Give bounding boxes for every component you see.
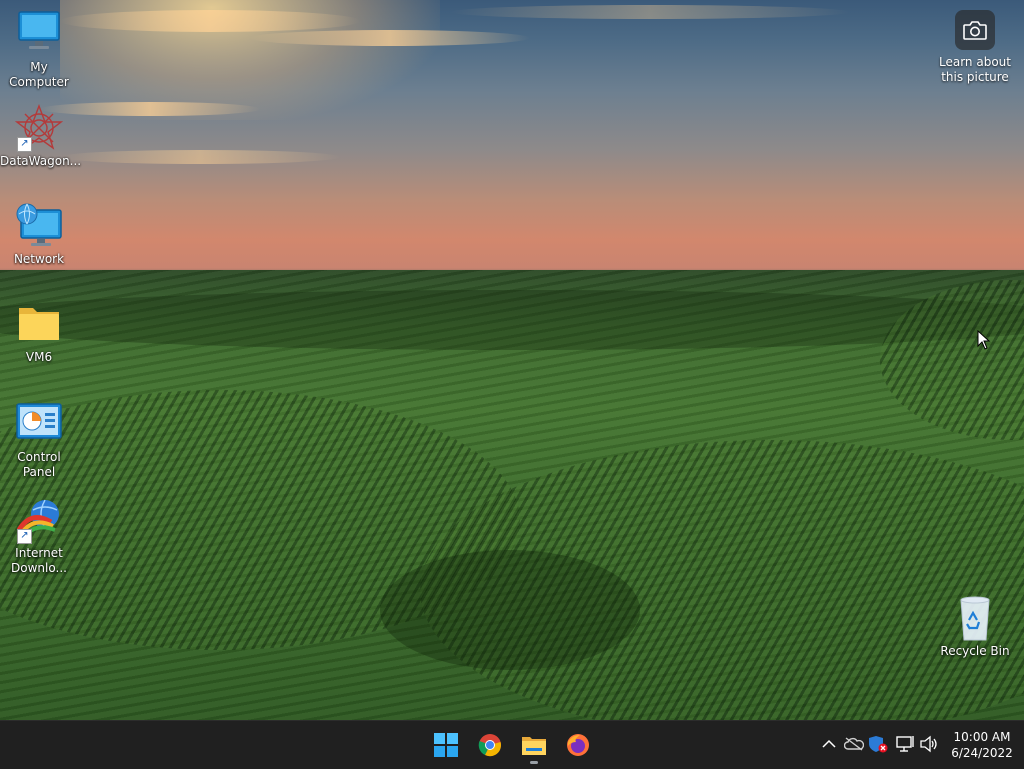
icon-label: Control Panel xyxy=(17,450,61,479)
clock-time: 10:00 AM xyxy=(953,730,1011,744)
recycle-bin-icon xyxy=(951,594,999,642)
datawagon-icon: ↗ xyxy=(14,104,64,152)
icon-label: Recycle Bin xyxy=(940,644,1010,658)
tray-network[interactable] xyxy=(894,733,916,755)
learn-line2: this picture xyxy=(941,70,1009,84)
control-panel-icon xyxy=(15,400,63,448)
tray-onedrive[interactable] xyxy=(843,733,865,755)
desktop-icon-datawagon[interactable]: ↗ DataWagon... xyxy=(0,104,82,169)
hill-shade xyxy=(0,290,1024,350)
desktop-icon-recycle-bin[interactable]: Recycle Bin xyxy=(936,594,1014,659)
windows-start-icon xyxy=(434,733,458,757)
desktop-icon-my-computer[interactable]: My Computer xyxy=(0,10,78,90)
icon-label: VM6 xyxy=(25,350,53,364)
cloud xyxy=(60,10,360,32)
internet-download-manager-icon: ↗ xyxy=(15,496,63,544)
hill-shade xyxy=(380,550,640,670)
show-hidden-icons-button[interactable] xyxy=(818,733,840,755)
security-warning-icon xyxy=(869,736,888,753)
taskbar-file-explorer[interactable] xyxy=(514,725,554,765)
learn-line1: Learn about xyxy=(939,55,1011,69)
icon-label-line2: Downlo... xyxy=(11,561,67,575)
shortcut-arrow-icon: ↗ xyxy=(17,137,32,152)
file-explorer-icon xyxy=(522,737,546,755)
network-status-icon xyxy=(896,736,914,752)
firefox-icon xyxy=(567,734,589,756)
cloud xyxy=(60,150,340,164)
mouse-cursor-icon xyxy=(977,329,991,354)
taskbar-firefox[interactable] xyxy=(558,725,598,765)
taskbar: 10:00 AM 6/24/2022 xyxy=(0,720,1024,769)
taskbar-clock[interactable]: 10:00 AM 6/24/2022 xyxy=(944,729,1020,761)
chrome-icon xyxy=(478,734,501,757)
camera-icon xyxy=(955,10,995,50)
learn-about-this-picture[interactable]: Learn about this picture xyxy=(930,10,1020,85)
tray-security[interactable] xyxy=(867,733,889,755)
volume-icon xyxy=(920,735,937,753)
tray-volume[interactable] xyxy=(918,733,940,755)
icon-label: Network xyxy=(13,252,65,266)
chevron-up-icon xyxy=(822,739,836,748)
taskbar-chrome[interactable] xyxy=(470,725,510,765)
start-button[interactable] xyxy=(426,725,466,765)
shortcut-arrow-icon: ↗ xyxy=(17,529,32,544)
icon-label-line1: Internet xyxy=(15,546,63,560)
desktop-icon-vm6-folder[interactable]: VM6 xyxy=(0,300,78,365)
desktop-icon-internet-download-manager[interactable]: ↗ Internet Downlo... xyxy=(0,496,78,576)
desktop-icon-network[interactable]: Network xyxy=(0,202,78,267)
icon-label: DataWagon... xyxy=(0,154,82,168)
onedrive-offline-icon xyxy=(844,737,864,751)
network-icon xyxy=(15,202,63,250)
icon-label: My Computer xyxy=(9,60,69,89)
monitor-icon xyxy=(15,10,63,58)
desktop-icon-control-panel[interactable]: Control Panel xyxy=(0,400,78,480)
desktop-background[interactable]: My Computer ↗ DataWagon... Network VM6 C… xyxy=(0,0,1024,720)
clock-date: 6/24/2022 xyxy=(951,746,1013,760)
cloud xyxy=(450,5,850,19)
field-hills xyxy=(0,270,1024,720)
cloud xyxy=(250,30,530,46)
folder-icon xyxy=(15,300,63,348)
